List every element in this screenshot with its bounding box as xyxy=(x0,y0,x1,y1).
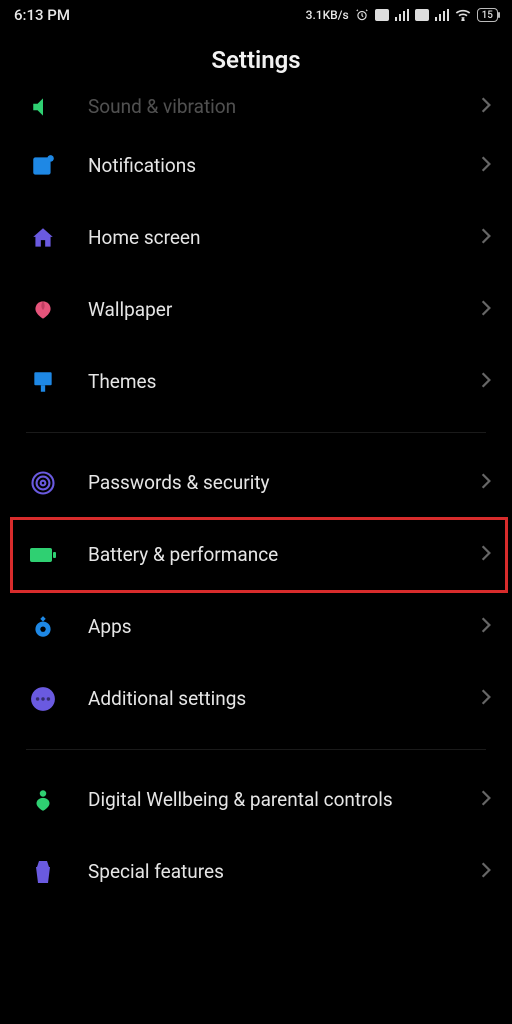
settings-item-label: Battery & performance xyxy=(88,543,480,567)
themes-icon xyxy=(26,365,60,399)
wallpaper-icon xyxy=(26,293,60,327)
volte-icon-2 xyxy=(415,9,429,21)
more-icon xyxy=(26,682,60,716)
chevron-right-icon xyxy=(480,472,492,494)
chevron-right-icon xyxy=(480,616,492,638)
settings-item-label: Sound & vibration xyxy=(88,95,480,119)
volte-icon-1 xyxy=(375,9,389,21)
chevron-right-icon xyxy=(480,544,492,566)
notifications-icon xyxy=(26,149,60,183)
battery-icon: 15 xyxy=(477,8,498,22)
settings-item-label: Notifications xyxy=(88,154,480,178)
apps-icon xyxy=(26,610,60,644)
wellbeing-icon xyxy=(26,783,60,817)
chevron-right-icon xyxy=(480,96,492,118)
special-icon xyxy=(26,855,60,889)
page-header: Settings xyxy=(0,28,512,98)
settings-item-label: Digital Wellbeing & parental controls xyxy=(88,788,480,812)
battery-icon xyxy=(26,538,60,572)
status-right: 3.1KB/s 15 xyxy=(306,8,498,22)
section-divider xyxy=(26,749,486,750)
chevron-right-icon xyxy=(480,227,492,249)
settings-item-wallpaper[interactable]: Wallpaper xyxy=(0,274,512,346)
settings-list: Sound & vibration Notifications Home scr… xyxy=(0,90,512,908)
battery-pct: 15 xyxy=(482,10,493,21)
alarm-icon xyxy=(355,8,369,22)
settings-item-wellbeing[interactable]: Digital Wellbeing & parental controls xyxy=(0,764,512,836)
status-bar: 6:13 PM 3.1KB/s 15 xyxy=(0,0,512,28)
settings-item-label: Home screen xyxy=(88,226,480,250)
settings-item-battery[interactable]: Battery & performance xyxy=(0,519,512,591)
settings-item-apps[interactable]: Apps xyxy=(0,591,512,663)
settings-item-label: Additional settings xyxy=(88,687,480,711)
chevron-right-icon xyxy=(480,371,492,393)
fingerprint-icon xyxy=(26,466,60,500)
wifi-icon xyxy=(455,9,471,21)
status-time: 6:13 PM xyxy=(14,6,70,24)
settings-item-notifications[interactable]: Notifications xyxy=(0,130,512,202)
home-icon xyxy=(26,221,60,255)
settings-item-sound[interactable]: Sound & vibration xyxy=(0,90,512,130)
settings-item-special[interactable]: Special features xyxy=(0,836,512,908)
section-divider xyxy=(26,432,486,433)
sound-icon xyxy=(26,90,60,124)
settings-item-additional[interactable]: Additional settings xyxy=(0,663,512,735)
signal-icon-1 xyxy=(395,9,409,21)
chevron-right-icon xyxy=(480,155,492,177)
settings-item-label: Wallpaper xyxy=(88,298,480,322)
chevron-right-icon xyxy=(480,789,492,811)
signal-icon-2 xyxy=(435,9,449,21)
chevron-right-icon xyxy=(480,861,492,883)
settings-item-home-screen[interactable]: Home screen xyxy=(0,202,512,274)
status-netspeed: 3.1KB/s xyxy=(306,8,349,22)
chevron-right-icon xyxy=(480,688,492,710)
page-title: Settings xyxy=(0,46,512,74)
settings-item-label: Special features xyxy=(88,860,480,884)
settings-item-themes[interactable]: Themes xyxy=(0,346,512,418)
chevron-right-icon xyxy=(480,299,492,321)
settings-item-label: Apps xyxy=(88,615,480,639)
settings-item-label: Themes xyxy=(88,370,480,394)
settings-item-label: Passwords & security xyxy=(88,471,480,495)
settings-item-passwords[interactable]: Passwords & security xyxy=(0,447,512,519)
